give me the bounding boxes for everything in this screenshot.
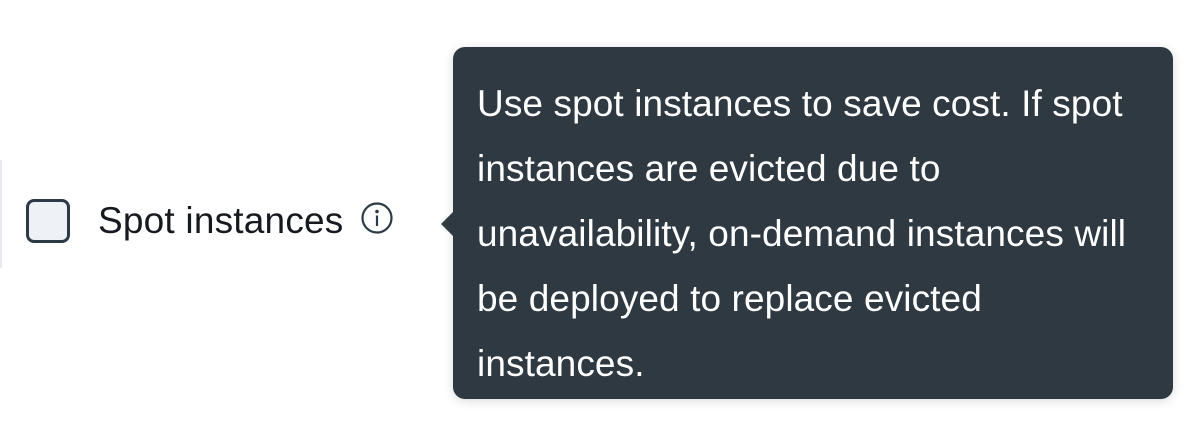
tooltip-arrow bbox=[441, 211, 454, 237]
info-tooltip: Use spot instances to save cost. If spot… bbox=[441, 47, 1173, 399]
spot-instances-checkbox[interactable] bbox=[26, 199, 70, 243]
panel-edge bbox=[0, 160, 2, 268]
info-circle-icon[interactable] bbox=[360, 201, 394, 235]
tooltip-text: Use spot instances to save cost. If spot… bbox=[477, 83, 1127, 384]
form-panel: Spot instances Use spot instances to sav… bbox=[0, 0, 1200, 432]
spot-instances-label[interactable]: Spot instances bbox=[98, 200, 344, 242]
spot-instances-option: Spot instances bbox=[26, 196, 394, 246]
